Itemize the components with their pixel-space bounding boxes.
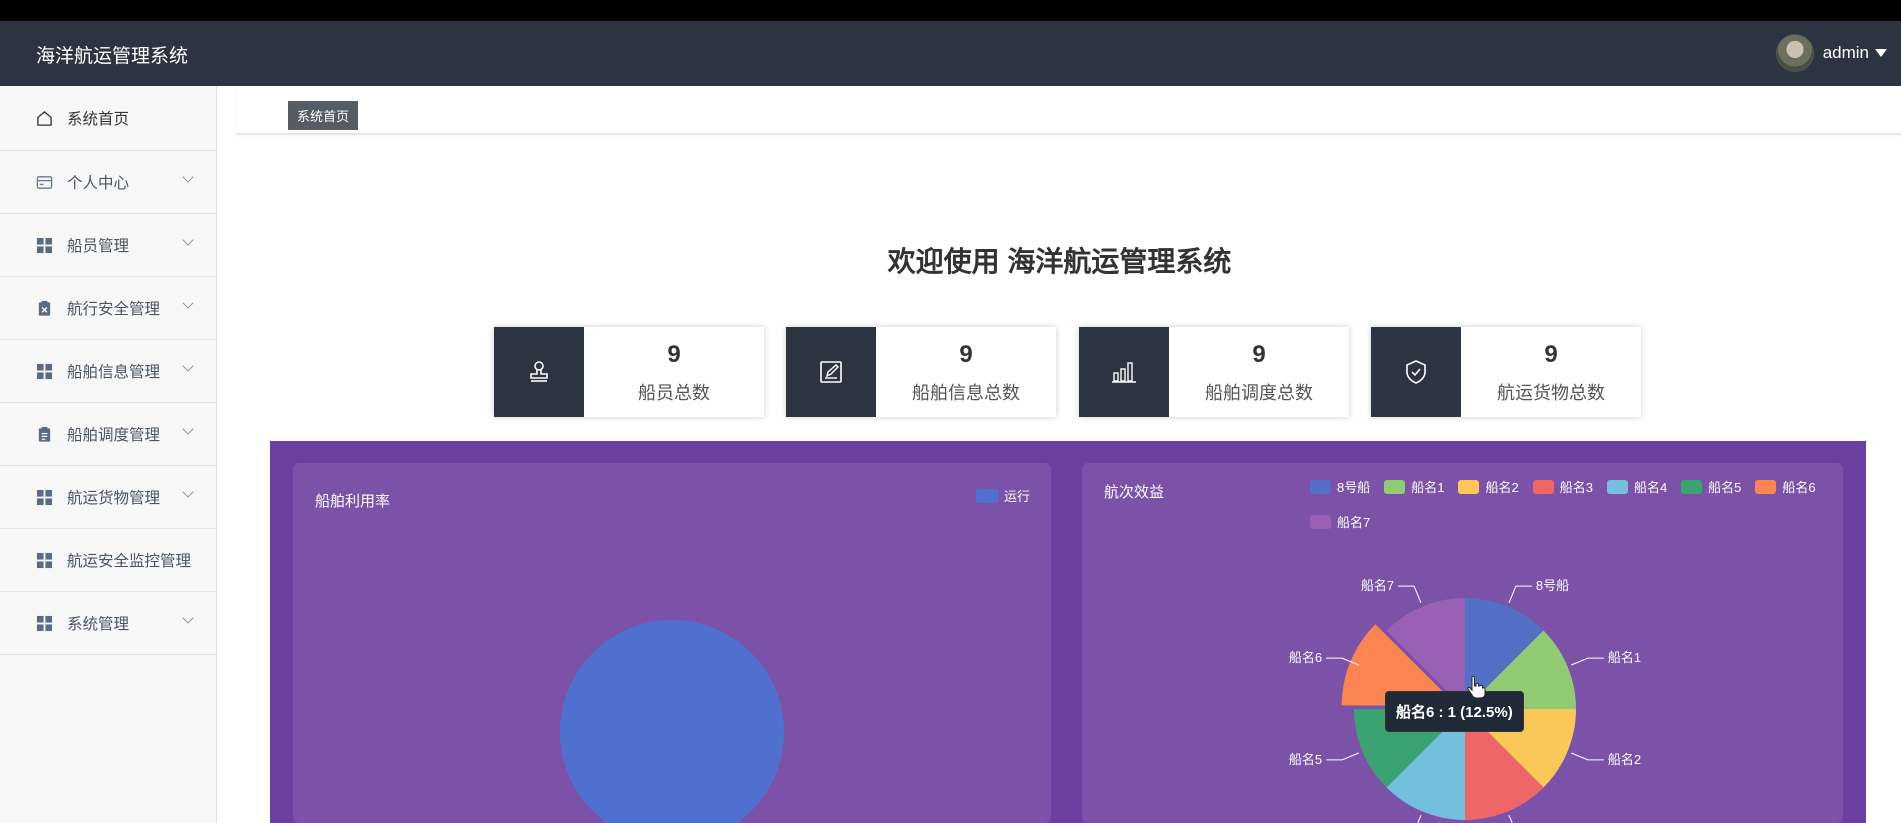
stat-card-cargo: 9 航运货物总数 xyxy=(1371,327,1641,417)
grid-icon xyxy=(36,552,53,568)
pie-slice-label: 8号船 xyxy=(1536,578,1569,593)
pie-label-line xyxy=(1508,585,1532,603)
stat-label: 船舶信息总数 xyxy=(912,383,1020,403)
pie-label-line xyxy=(1398,585,1422,603)
sidebar-item-label: 船舶调度管理 xyxy=(67,427,161,444)
main-content: 系统首页 欢迎使用 海洋航运管理系统 9 船员总数 9 船舶信息总数 9 船舶调… xyxy=(218,86,1901,823)
chevron-down-icon xyxy=(182,486,194,498)
app-brand: 海洋航运管理系统 xyxy=(36,46,189,67)
chevron-down-icon xyxy=(182,360,194,372)
stat-value: 9 xyxy=(667,341,681,368)
caret-down-icon[interactable] xyxy=(1875,49,1887,57)
sidebar-item-label: 个人中心 xyxy=(67,175,130,192)
stat-label: 船舶调度总数 xyxy=(1205,383,1313,403)
sidebar-item-nav-safety[interactable]: 航行安全管理 xyxy=(0,277,216,340)
card-icon xyxy=(36,175,53,189)
sidebar: 系统首页 个人中心 船员管理 航行安全管理 船舶信息管理 船舶调度管理 航运货物… xyxy=(0,86,217,823)
avatar[interactable] xyxy=(1775,34,1814,72)
sidebar-item-ship-dispatch[interactable]: 船舶调度管理 xyxy=(0,403,216,466)
grid-icon xyxy=(36,237,53,253)
sidebar-item-system[interactable]: 系统管理 xyxy=(0,592,216,655)
hand-cursor-icon xyxy=(1467,675,1486,699)
pie-slice-label: 船名5 xyxy=(1289,752,1322,767)
stat-card-ship-info: 9 船舶信息总数 xyxy=(786,327,1056,417)
pie-slice-label: 船名2 xyxy=(1608,752,1641,767)
sidebar-item-label: 系统首页 xyxy=(67,111,130,128)
chart-tooltip: 船名6 : 1 (12.5%) xyxy=(1385,691,1524,732)
pie-label-line xyxy=(1326,752,1359,761)
bar-chart-icon xyxy=(1112,362,1136,383)
sidebar-item-ship-info[interactable]: 船舶信息管理 xyxy=(0,340,216,403)
chevron-down-icon xyxy=(182,297,194,309)
stamp-icon xyxy=(530,361,548,382)
chart-card-utilization: 船舶利用率 运行 xyxy=(293,463,1051,823)
chevron-down-icon xyxy=(182,612,194,624)
pie-label-line xyxy=(1508,815,1513,823)
window-top-bar xyxy=(0,0,1901,21)
pie-slice-label: 船名6 xyxy=(1289,650,1322,665)
sidebar-item-personal[interactable]: 个人中心 xyxy=(0,151,216,214)
grid-icon xyxy=(36,489,53,505)
stat-label: 船员总数 xyxy=(638,383,710,403)
sidebar-item-label: 系统管理 xyxy=(67,616,130,633)
sidebar-item-home[interactable]: 系统首页 xyxy=(0,86,216,151)
stat-card-crew: 9 船员总数 xyxy=(494,327,764,417)
stat-value: 9 xyxy=(959,341,973,368)
voyage-benefit-pie-chart: 8号船船名1船名2船名3船名4船名5船名6船名7 xyxy=(1289,578,1641,823)
pie-slice-label: 船名7 xyxy=(1361,578,1394,593)
stat-value: 9 xyxy=(1544,341,1558,368)
page-title: 欢迎使用 海洋航运管理系统 xyxy=(887,246,1232,277)
app-header: 海洋航运管理系统 admin xyxy=(0,21,1901,86)
home-icon xyxy=(37,110,52,126)
grid-icon xyxy=(36,615,53,631)
pie-label-line xyxy=(1571,657,1604,666)
stat-card-dispatch: 9 船舶调度总数 xyxy=(1079,327,1349,417)
charts-panel: 船舶利用率 运行 航次效益 8号船 船名1 船名2 船名3 船名4 船名5 船名6 船名7 8… xyxy=(270,441,1866,823)
clipboard-x-icon xyxy=(38,300,51,316)
edit-icon xyxy=(820,361,842,383)
sidebar-item-label: 航运安全监控管理 xyxy=(67,553,192,570)
sidebar-item-cargo[interactable]: 航运货物管理 xyxy=(0,466,216,529)
sidebar-item-label: 航运货物管理 xyxy=(67,490,161,507)
pie-label-line xyxy=(1417,815,1422,823)
username[interactable]: admin xyxy=(1823,43,1869,63)
sidebar-item-crew[interactable]: 船员管理 xyxy=(0,214,216,277)
stat-label: 航运货物总数 xyxy=(1497,383,1605,403)
user-menu[interactable]: admin xyxy=(1775,34,1887,72)
sidebar-item-label: 航行安全管理 xyxy=(67,301,161,318)
pie-slice[interactable] xyxy=(560,620,784,823)
grid-icon xyxy=(36,363,53,379)
sidebar-item-safety-monitor[interactable]: 航运安全监控管理 xyxy=(0,529,216,592)
chart-card-voyage-benefit: 航次效益 8号船 船名1 船名2 船名3 船名4 船名5 船名6 船名7 8号船 船名1 船名2 船… xyxy=(1082,463,1843,823)
breadcrumb-bar: 系统首页 xyxy=(236,86,1901,135)
breadcrumb[interactable]: 系统首页 xyxy=(288,101,359,130)
utilization-pie-chart xyxy=(560,620,784,823)
clipboard-icon xyxy=(38,426,51,442)
sidebar-item-label: 船舶信息管理 xyxy=(67,364,161,381)
pie-slice-label: 船名1 xyxy=(1608,650,1641,665)
chevron-down-icon xyxy=(182,423,194,435)
sidebar-item-label: 船员管理 xyxy=(67,238,130,255)
shield-check-icon xyxy=(1406,360,1426,384)
pie-label-line xyxy=(1571,752,1604,761)
stat-value: 9 xyxy=(1252,341,1266,368)
chevron-down-icon xyxy=(182,234,194,246)
chevron-down-icon xyxy=(182,171,194,183)
